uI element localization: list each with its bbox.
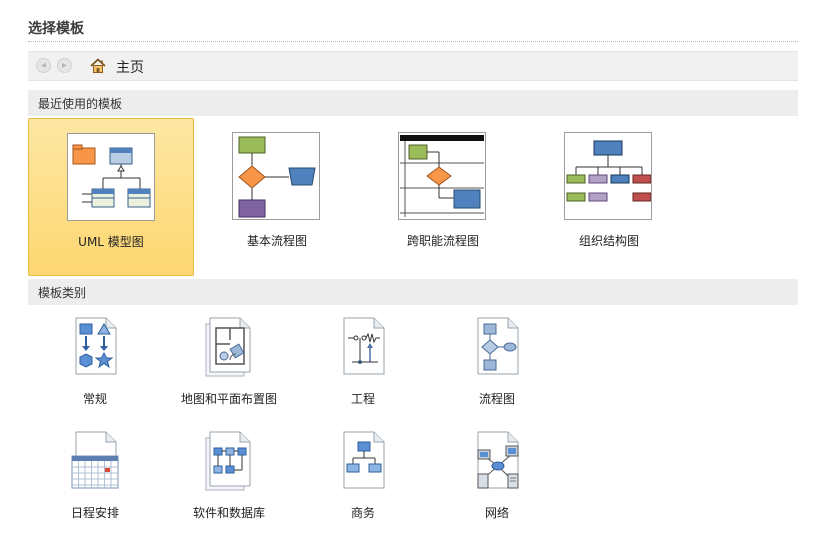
category-label: 日程安排 (70, 506, 119, 520)
uml-thumbnail (67, 133, 155, 221)
engineering-icon (343, 317, 385, 375)
recent-templates-heading: 最近使用的模板 (38, 97, 123, 111)
category-label: 流程图 (478, 392, 515, 406)
network-icon (477, 431, 519, 489)
category-label: 商务 (350, 506, 375, 520)
category-software-database[interactable]: 软件和数据库 (156, 430, 296, 530)
template-categories-header: 模板类别 (28, 279, 798, 305)
template-org-chart[interactable]: 组织结构图 (526, 118, 692, 276)
template-label: UML 模型图 (78, 235, 144, 249)
cross-functional-thumbnail (398, 132, 486, 220)
floor-plan-icon (205, 317, 251, 377)
flowchart-icon (477, 317, 519, 375)
category-label: 工程 (350, 392, 375, 406)
template-label: 基本流程图 (246, 234, 307, 248)
category-engineering[interactable]: 工程 (290, 316, 430, 416)
category-general[interactable]: 常规 (22, 316, 162, 416)
category-business[interactable]: 商务 (290, 430, 430, 530)
category-label: 软件和数据库 (192, 506, 265, 520)
category-label: 地图和平面布置图 (180, 392, 277, 406)
category-schedule[interactable]: 日程安排 (22, 430, 162, 530)
home-icon[interactable] (90, 58, 106, 74)
template-uml-model[interactable]: UML 模型图 (28, 118, 194, 276)
title-divider (28, 41, 798, 42)
template-cross-functional-flowchart[interactable]: 跨职能流程图 (360, 118, 526, 276)
page-title: 选择模板 (28, 21, 84, 37)
template-label: 组织结构图 (578, 234, 639, 248)
category-label: 常规 (82, 392, 107, 406)
org-chart-thumbnail (564, 132, 652, 220)
recent-templates-header: 最近使用的模板 (28, 90, 798, 116)
software-database-icon (205, 431, 251, 491)
template-basic-flowchart[interactable]: 基本流程图 (194, 118, 360, 276)
category-network[interactable]: 网络 (424, 430, 564, 530)
forward-arrow-icon[interactable]: ▸ (57, 58, 72, 73)
calendar-icon (71, 431, 119, 489)
general-shapes-icon (75, 317, 117, 375)
back-arrow-icon[interactable]: ◂ (36, 58, 51, 73)
basic-flowchart-thumbnail (232, 132, 320, 220)
navigation-bar: ◂ ▸ 主页 (28, 51, 798, 81)
template-label: 跨职能流程图 (406, 234, 479, 248)
breadcrumb-home[interactable]: 主页 (116, 57, 144, 77)
category-flowchart[interactable]: 流程图 (424, 316, 564, 416)
category-maps-floor-plans[interactable]: 地图和平面布置图 (156, 316, 296, 416)
business-icon (343, 431, 385, 489)
category-label: 网络 (484, 506, 509, 520)
template-categories-heading: 模板类别 (38, 286, 87, 300)
